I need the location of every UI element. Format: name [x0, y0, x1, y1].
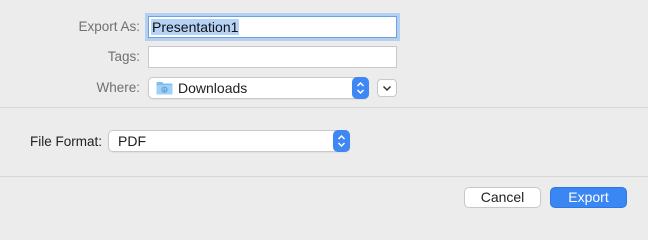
file-format-stepper-icon [333, 130, 350, 152]
tags-label: Tags: [107, 49, 140, 64]
where-popup[interactable]: Downloads [148, 77, 369, 99]
export-as-value: Presentation1 [151, 19, 240, 35]
chevron-down-icon [382, 85, 392, 91]
cancel-button[interactable]: Cancel [464, 187, 541, 208]
export-as-label: Export As: [78, 19, 140, 34]
file-format-popup[interactable]: PDF [108, 130, 350, 152]
expand-browser-button[interactable] [377, 79, 397, 97]
where-label: Where: [96, 80, 140, 95]
file-format-label: File Format: [30, 134, 103, 149]
file-format-value: PDF [118, 133, 146, 149]
export-button[interactable]: Export [550, 187, 627, 208]
folder-downloads-icon [156, 81, 173, 95]
where-value: Downloads [178, 80, 248, 96]
tags-field[interactable] [148, 46, 397, 68]
export-as-field[interactable]: Presentation1 [148, 16, 397, 38]
divider-top [0, 107, 648, 108]
divider-bottom [0, 176, 648, 177]
where-stepper-icon [352, 77, 369, 99]
